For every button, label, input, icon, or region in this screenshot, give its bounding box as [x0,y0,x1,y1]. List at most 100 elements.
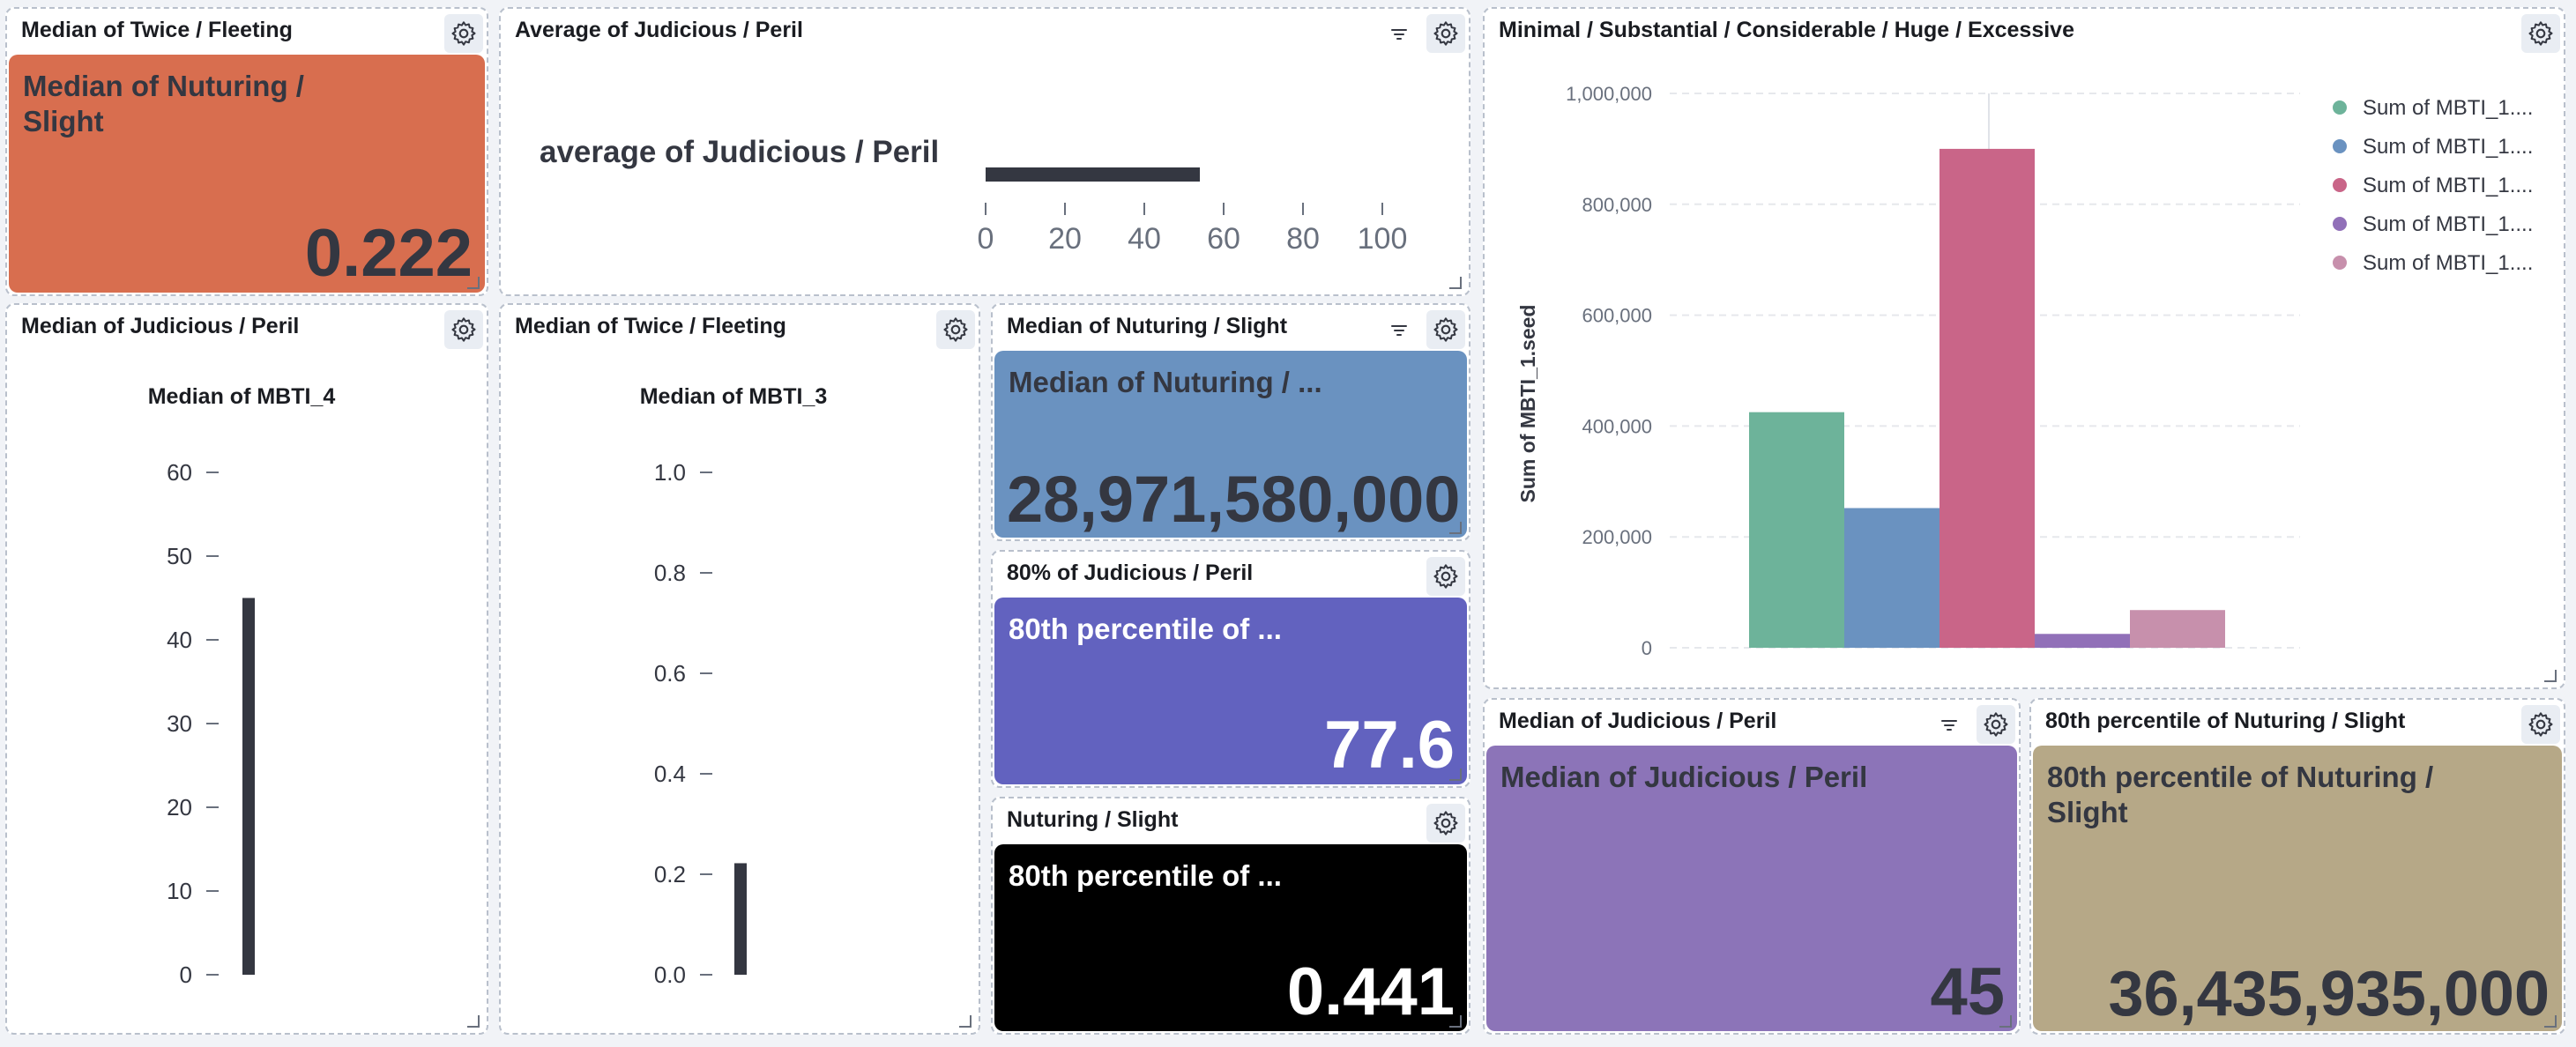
legend-label: Sum of MBTI_1.... [2363,135,2533,159]
panel-title: 80th percentile of Nuturing / Slight [2045,709,2406,733]
panel-median-twice-fleeting-gauge: Median of Twice / Fleeting Median of MBT… [499,303,980,1035]
bar-chart: Sum of MBTI_1.seed 0 200,000 400,000 600,00… [1516,83,2533,659]
panel-title: Nuturing / Slight [1007,807,1179,832]
metric-label-line2: Slight [23,105,104,137]
gauge-tick-label: 40 [1128,222,1161,256]
metric-value: 36,435,935,000 [2108,959,2550,1029]
metric-label: Median of Judicious / Peril [1500,761,1868,793]
gauge-tick-label: 80 [1286,222,1320,256]
y-tick-label: 800,000 [1582,194,1652,216]
resize-handle-icon[interactable] [467,1015,480,1028]
filter-icon[interactable] [1386,317,1412,344]
bar-3 [1939,148,2035,648]
metric-label-line1: Median of Nuturing / [23,70,304,102]
panel-median-twice-fleeting: Median of Twice / Fleeting Median of Nut… [5,7,488,296]
bar-4 [2035,634,2130,648]
legend-marker [2333,100,2347,115]
bar-5 [2130,610,2225,648]
y-tick-label: 0 [1642,637,1652,659]
legend-label: Sum of MBTI_1.... [2363,212,2533,236]
panel-title: Median of Nuturing / Slight [1007,314,1288,338]
metric-value: 28,971,580,000 [1007,463,1461,536]
gauge-bar [242,598,255,975]
legend-label: Sum of MBTI_1.... [2363,96,2533,120]
gauge-tick-label: 100 [1358,222,1408,256]
metric-value: 45 [1930,954,2005,1029]
metric-tile: 80th percentile of ... 0.441 [994,844,1467,1031]
y-tick-label: 200,000 [1582,526,1652,548]
gauge-tick-label: 60 [1207,222,1240,256]
y-axis-label: Sum of MBTI_1.seed [1516,305,1539,503]
resize-handle-icon[interactable] [1999,1015,2012,1028]
metric-label: Median of Nuturing / ... [1009,366,1322,398]
metric-label-line2: Slight [2047,796,2128,828]
legend-label: Sum of MBTI_1.... [2363,251,2533,275]
horizontal-gauge: average of Judicious / Peril 0 20 40 60 80 10… [540,135,1408,256]
gauge-tick-label: 0.6 [654,660,686,687]
panel-bar-chart: Minimal / Substantial / Considerable / H… [1483,7,2565,689]
gauge-tick-label: 0 [180,962,192,988]
gauge-tick-label: 0.8 [654,560,686,586]
gauge-tick-label: 50 [167,543,192,569]
legend-label: Sum of MBTI_1.... [2363,174,2533,197]
panel-average-judicious-peril: Average of Judicious / Peril average of … [499,7,1470,296]
metric-label-line1: 80th percentile of Nuturing / [2047,761,2434,793]
metric-label: 80th percentile of ... [1009,613,1282,645]
gauge-tick-label: 60 [167,459,192,486]
y-tick-label: 600,000 [1582,305,1652,327]
gauge-label: average of Judicious / Peril [540,135,939,169]
resize-handle-icon[interactable] [2544,670,2557,682]
gear-icon[interactable] [1426,804,1465,843]
panel-80th-percentile-nuturing-slight: 80th percentile of Nuturing / Slight 80t… [2029,698,2565,1035]
resize-handle-icon[interactable] [467,277,480,289]
legend-marker [2333,217,2347,231]
resize-handle-icon[interactable] [1449,522,1462,534]
resize-handle-icon[interactable] [1449,769,1462,781]
gauge-tick-label: 0.2 [654,861,686,887]
metric-value: 0.222 [304,216,473,291]
vertical-gauge: Median of MBTI_3 0.0 0.2 0.4 0.6 0.8 1.0 [640,384,828,988]
bar-2 [1844,508,1939,648]
gauge-tick-label: 0 [978,222,994,256]
gauge-title: Median of MBTI_4 [148,384,336,409]
gear-icon[interactable] [1426,557,1465,596]
gauge-tick-label: 10 [167,878,192,904]
gauge-tick-label: 0.4 [654,761,686,787]
metric-label: 80th percentile of Nuturing / Slight [2047,760,2433,830]
gauge-tick-label: 20 [167,794,192,821]
panel-title: 80% of Judicious / Peril [1007,561,1254,585]
metric-tile: Median of Nuturing / Slight 0.222 [9,55,485,293]
gear-icon[interactable] [1977,705,2015,744]
metric-tile: 80th percentile of Nuturing / Slight 36,… [2033,746,2562,1031]
resize-handle-icon[interactable] [1449,1015,1462,1028]
gauge-tick-label: 1.0 [654,459,686,486]
panel-nuturing-slight: Nuturing / Slight 80th percentile of ...… [991,797,1470,1035]
panel-median-judicious-peril-metric: Median of Judicious / Peril Median of Ju… [1483,698,2021,1035]
resize-handle-icon[interactable] [959,1015,972,1028]
metric-tile: 80th percentile of ... 77.6 [994,598,1467,784]
metric-value: 77.6 [1324,708,1455,783]
resize-handle-icon[interactable] [2544,1015,2557,1028]
metric-value: 0.441 [1286,954,1455,1029]
panel-median-nuturing-slight: Median of Nuturing / Slight Median of Nu… [991,303,1470,541]
gauge-title: Median of MBTI_3 [640,384,828,409]
gauge-bar [734,863,747,975]
metric-tile: Median of Nuturing / ... 28,971,580,000 [994,351,1467,538]
filter-icon[interactable] [1936,712,1962,739]
panel-80pct-judicious-peril: 80% of Judicious / Peril 80th percentile… [991,550,1470,788]
metric-tile: Median of Judicious / Peril 45 [1486,746,2017,1031]
gauge-tick-label: 0.0 [654,962,686,988]
gear-icon[interactable] [2521,705,2560,744]
resize-handle-icon[interactable] [1449,277,1462,289]
y-tick-label: 1,000,000 [1566,83,1652,105]
metric-label: Median of Nuturing / Slight [23,69,304,139]
legend-marker [2333,139,2347,153]
gauge-bar [986,167,1200,182]
legend-marker [2333,178,2347,192]
y-tick-label: 400,000 [1582,415,1652,437]
gauge-tick-label: 30 [167,710,192,737]
gear-icon[interactable] [444,14,483,53]
metric-label: 80th percentile of ... [1009,859,1282,892]
vertical-gauge: Median of MBTI_4 0 10 20 30 40 50 60 [148,384,336,988]
gear-icon[interactable] [1426,310,1465,349]
